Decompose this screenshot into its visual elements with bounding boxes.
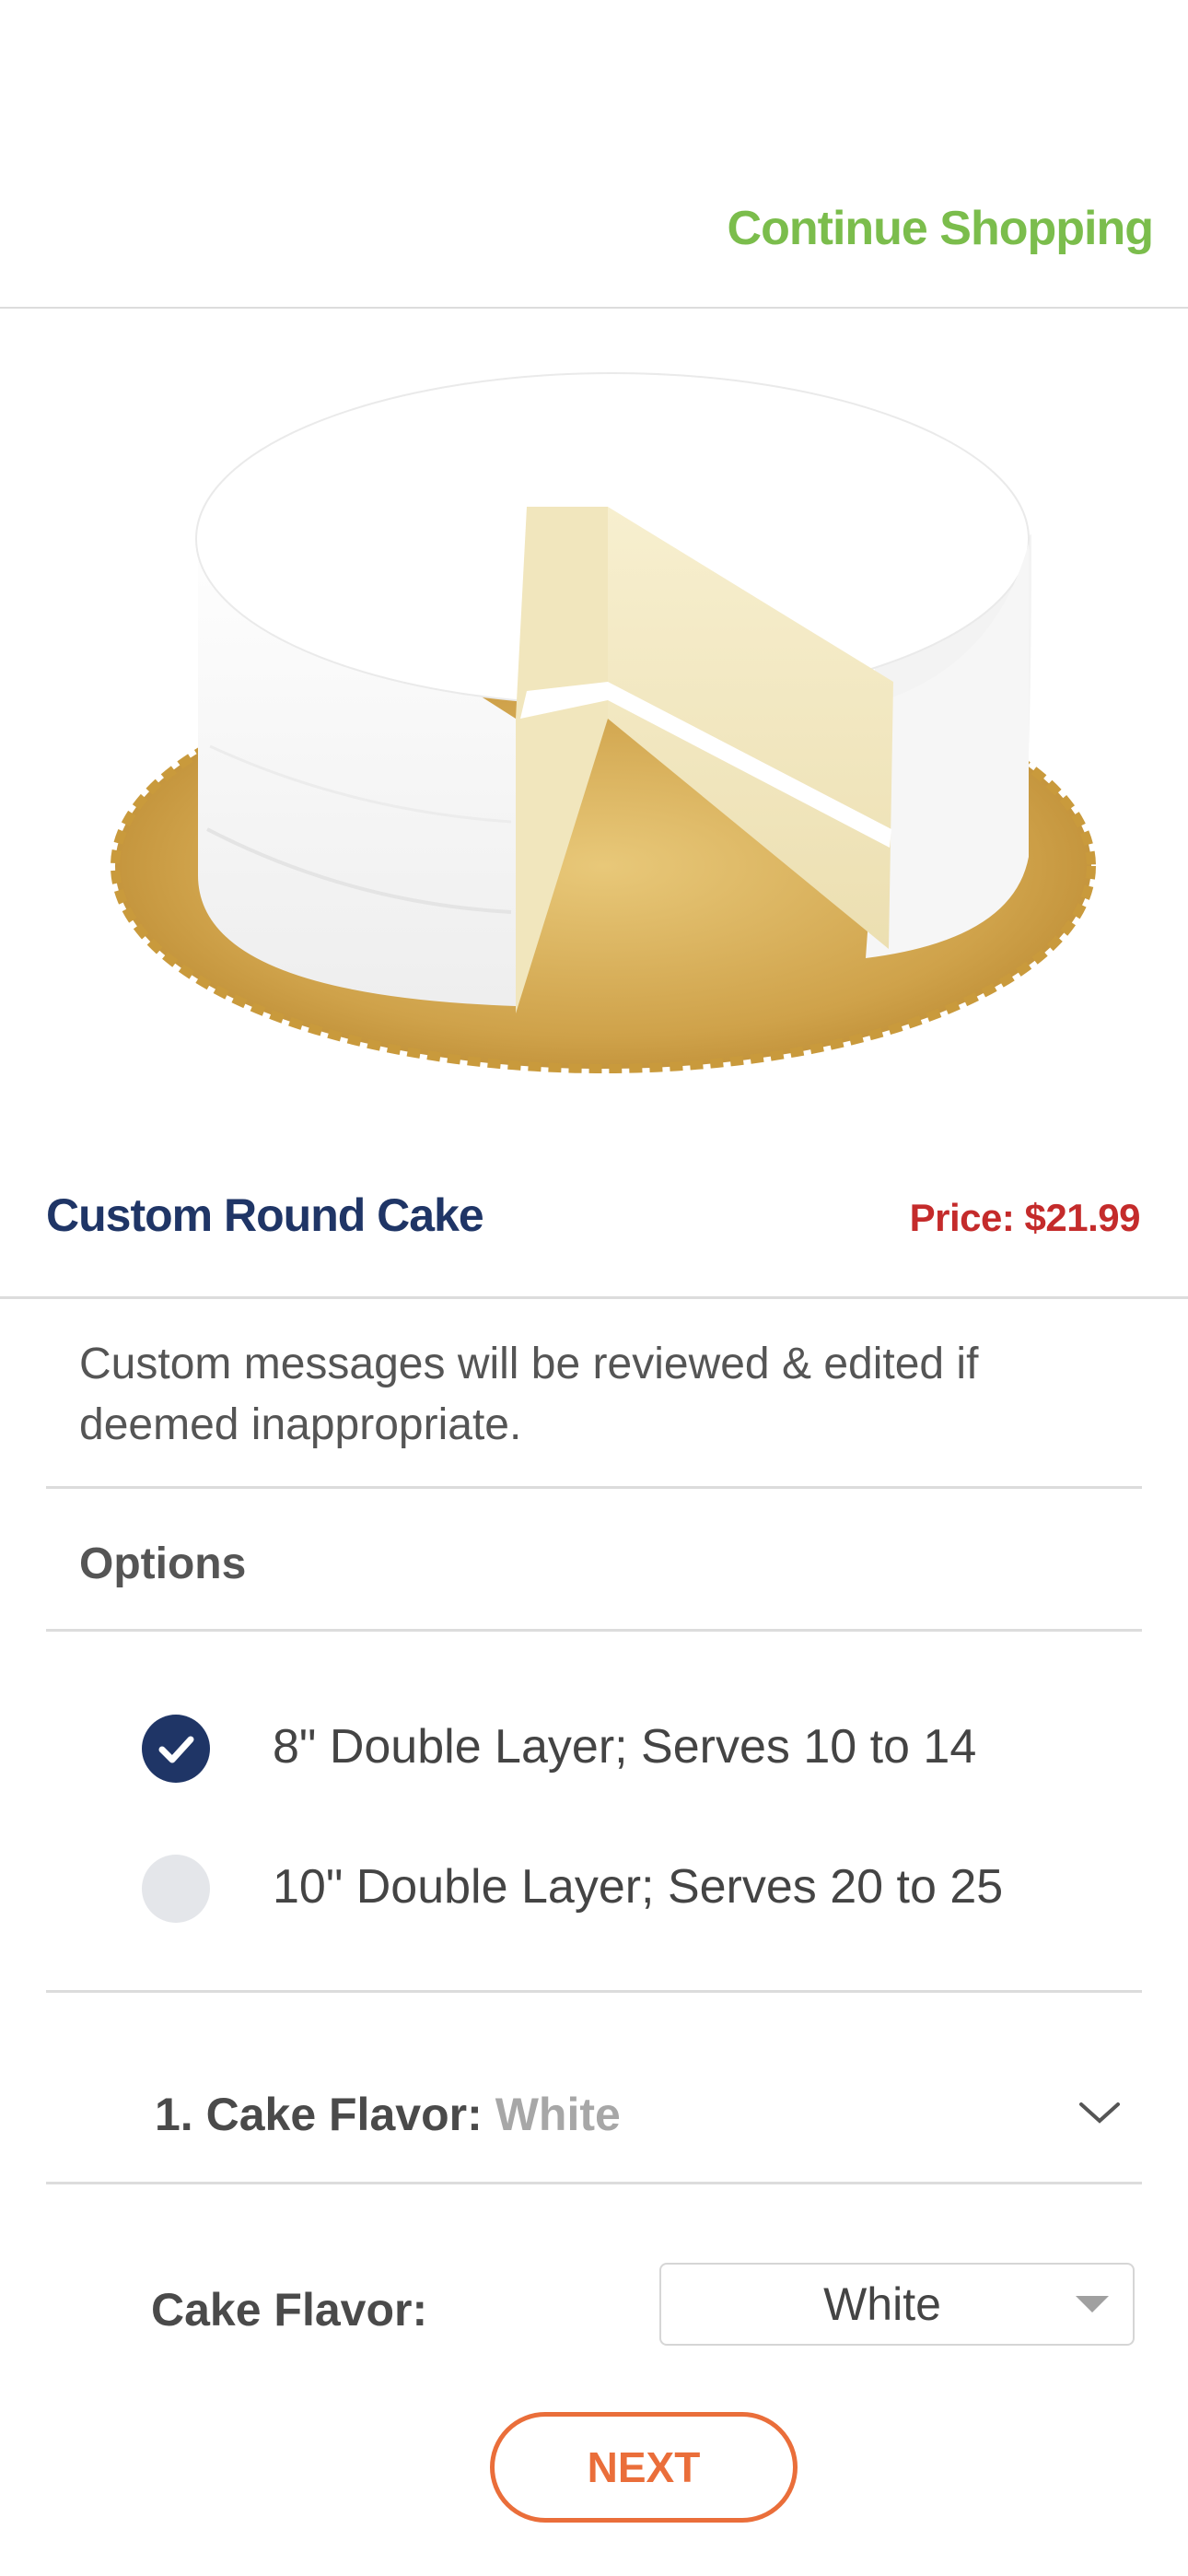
product-price: Price: $21.99 [909,1196,1141,1239]
chevron-down-icon[interactable] [1077,2099,1122,2126]
accordion-value: White [495,2089,621,2140]
accordion-title: 1. Cake Flavor: [155,2089,483,2140]
product-title-row: Custom Round Cake Price: $21.99 [0,1170,1188,1299]
checkmark-icon [158,1736,194,1763]
divider [46,1486,1142,1489]
option-8-inch[interactable]: 8" Double Layer; Serves 10 to 14 [138,1708,1059,1791]
option-label: 10" Double Layer; Serves 20 to 25 [273,1860,1004,1914]
product-title: Custom Round Cake [46,1189,484,1241]
option-label: 8" Double Layer; Serves 10 to 14 [273,1720,977,1774]
top-header: Continue Shopping [0,0,1188,309]
option-10-inch[interactable]: 10" Double Layer; Serves 20 to 25 [138,1848,1059,1931]
custom-message-notice: Custom messages will be reviewed & edite… [79,1340,979,1449]
radio-checked-icon[interactable] [142,1715,210,1783]
divider [46,1990,1142,1993]
radio-unchecked-icon[interactable] [142,1855,210,1923]
select-value: White [823,2278,941,2330]
cake-flavor-accordion[interactable]: 1. Cake Flavor: White [46,2055,1142,2184]
product-page: Continue Shopping Custom Round Cake Pric… [0,0,1188,2576]
dropdown-arrow-icon [1076,2296,1109,2313]
continue-shopping-link[interactable]: Continue Shopping [728,201,1154,256]
divider [46,2182,1142,2184]
cake-flavor-select[interactable]: White [659,2263,1135,2346]
accordion-label: 1. Cake Flavor: White [155,2088,621,2141]
next-button[interactable]: NEXT [490,2412,798,2523]
options-heading: Options [79,1540,247,1588]
product-image [0,313,1188,1106]
divider [46,1629,1142,1632]
cake-flavor-label: Cake Flavor: [151,2284,428,2336]
